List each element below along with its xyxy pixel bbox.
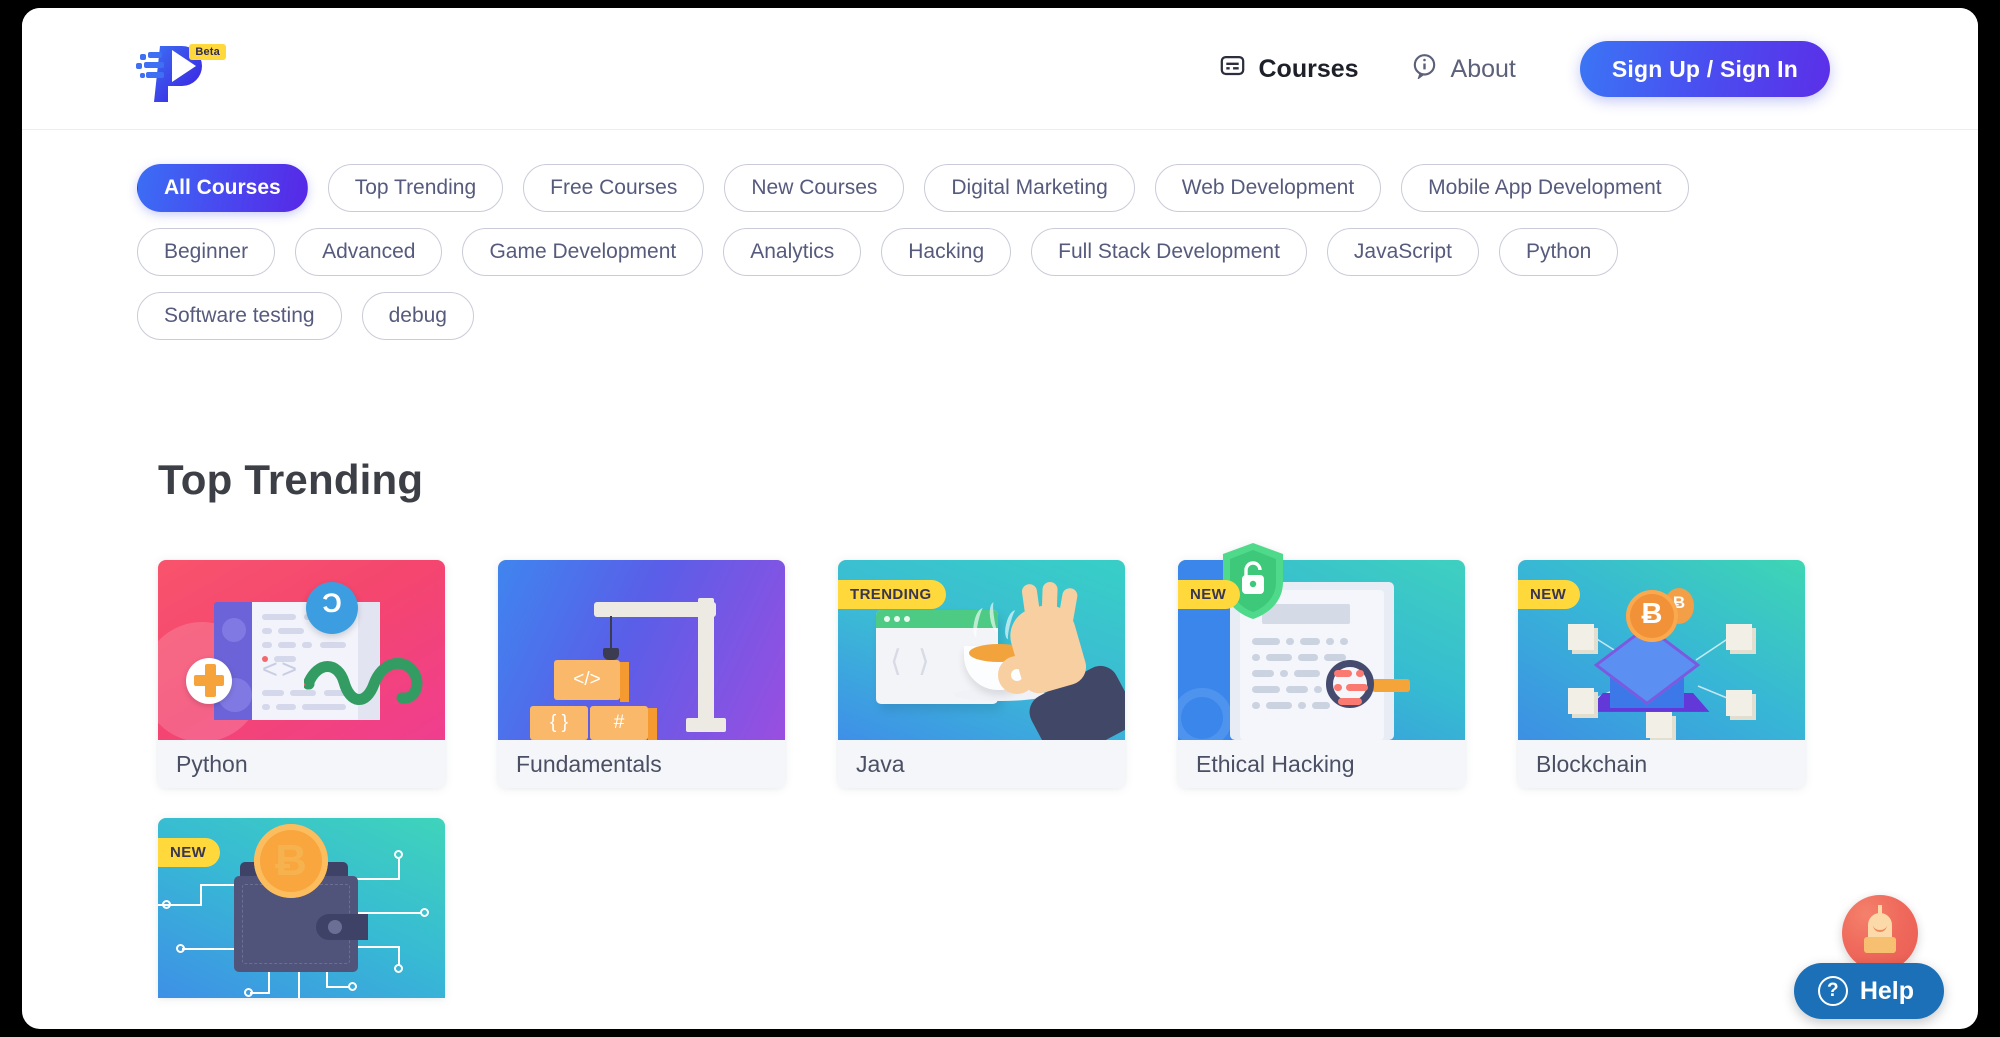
filter-pill-list: All Courses Top Trending Free Courses New C… xyxy=(137,164,1697,340)
question-mark-icon: ? xyxy=(1817,976,1848,1006)
browser-window: Beta Courses About Sign Up / Sign In All… xyxy=(22,8,1978,1029)
filter-pill-digital-marketing[interactable]: Digital Marketing xyxy=(924,164,1135,212)
help-button-label: Help xyxy=(1859,976,1914,1005)
block-hash: # xyxy=(590,706,648,740)
status-badge-trending: TRENDING xyxy=(838,580,946,609)
block-braces: { } xyxy=(530,706,588,740)
filter-pill-full-stack-development[interactable]: Full Stack Development xyxy=(1031,228,1307,276)
brand-logo[interactable]: Beta xyxy=(134,42,226,104)
filter-pill-game-development[interactable]: Game Development xyxy=(462,228,704,276)
course-card-title: Python xyxy=(158,740,445,788)
filter-pill-software-testing[interactable]: Software testing xyxy=(137,292,342,340)
filter-pill-beginner[interactable]: Beginner xyxy=(137,228,276,276)
course-thumbnail-blockchain: NEW Ƀ Ƀ xyxy=(1518,560,1805,740)
course-card-title: Blockchain xyxy=(1518,740,1805,788)
filter-pill-advanced[interactable]: Advanced xyxy=(295,228,443,276)
block-code-tag: </> xyxy=(554,660,620,700)
course-card-fundamentals[interactable]: </> { } # Fundamentals xyxy=(498,560,785,788)
beta-badge: Beta xyxy=(189,44,226,60)
course-card-crypto-wallet[interactable]: Ƀ NEW xyxy=(158,818,445,998)
filter-pill-top-trending[interactable]: Top Trending xyxy=(327,164,504,212)
filter-pill-debug[interactable]: debug xyxy=(361,292,474,340)
course-card-ethical-hacking[interactable]: NEW Ethical Hacking xyxy=(1178,543,1465,788)
help-button[interactable]: ? Help xyxy=(1793,963,1944,1019)
course-card-title: Fundamentals xyxy=(498,740,785,788)
python-logo-badge: Ɔ xyxy=(306,582,358,634)
robot-body xyxy=(1864,937,1896,953)
info-icon xyxy=(1411,52,1438,86)
python-snake-illustration xyxy=(304,657,423,705)
filter-pill-hacking[interactable]: Hacking xyxy=(881,228,1012,276)
status-badge-new: NEW xyxy=(1178,580,1241,609)
course-thumbnail-ethical-hacking: NEW xyxy=(1178,543,1465,740)
course-thumbnail-java: TRENDING ⟨ ⟩ xyxy=(838,560,1125,740)
filter-pill-analytics[interactable]: Analytics xyxy=(723,228,862,276)
nav-item-courses[interactable]: Courses xyxy=(1193,52,1385,86)
page-title: Top Trending xyxy=(158,456,424,503)
filter-pill-all-courses[interactable]: All Courses xyxy=(137,164,308,212)
course-filter-section: All Courses Top Trending Free Courses New C… xyxy=(22,130,1978,340)
courses-icon xyxy=(1219,52,1246,86)
course-card-java[interactable]: TRENDING ⟨ ⟩ Java xyxy=(838,560,1125,788)
course-card-blockchain[interactable]: NEW Ƀ Ƀ Blockchain xyxy=(1518,560,1805,788)
site-header: Beta Courses About Sign Up / Sign In xyxy=(22,8,1978,130)
signup-signin-button[interactable]: Sign Up / Sign In xyxy=(1579,41,1830,97)
bitcoin-coin-main: Ƀ xyxy=(1626,590,1678,642)
course-thumbnail-fundamentals: </> { } # xyxy=(498,560,785,740)
code-chevrons-glyph: < > xyxy=(262,654,297,684)
nav-item-courses-label: Courses xyxy=(1258,54,1359,83)
course-thumbnail-python: < > Ɔ xyxy=(158,560,445,740)
course-card-grid: < > Ɔ Python </> {} # Fundamentals TREN… xyxy=(158,543,1838,788)
filter-pill-new-courses[interactable]: New Courses xyxy=(724,164,905,212)
primary-nav: Courses About Sign Up / Sign In xyxy=(1193,8,1830,130)
course-card-python[interactable]: < > Ɔ Python xyxy=(158,560,445,788)
help-widget: ? Help xyxy=(1793,895,1944,1019)
nav-item-about-label: About xyxy=(1450,54,1516,83)
filter-pill-free-courses[interactable]: Free Courses xyxy=(523,164,705,212)
filter-pill-javascript[interactable]: JavaScript xyxy=(1326,228,1479,276)
bitcoin-coin-icon: Ƀ xyxy=(254,824,328,898)
course-card-title: Ethical Hacking xyxy=(1178,740,1465,788)
filter-pill-web-development[interactable]: Web Development xyxy=(1154,164,1382,212)
course-card-title: Java xyxy=(838,740,1125,788)
status-badge-new: NEW xyxy=(158,838,221,867)
filter-pill-mobile-app-development[interactable]: Mobile App Development xyxy=(1401,164,1689,212)
status-badge-new: NEW xyxy=(1518,580,1581,609)
java-chevrons-glyph: ⟨ ⟩ xyxy=(890,645,934,678)
robot-avatar[interactable] xyxy=(1842,895,1918,971)
page-scrollbar[interactable] xyxy=(1970,130,1978,1029)
filter-pill-python[interactable]: Python xyxy=(1498,228,1619,276)
course-thumbnail-crypto-wallet: Ƀ NEW xyxy=(158,818,445,998)
nav-item-about[interactable]: About xyxy=(1385,52,1542,86)
